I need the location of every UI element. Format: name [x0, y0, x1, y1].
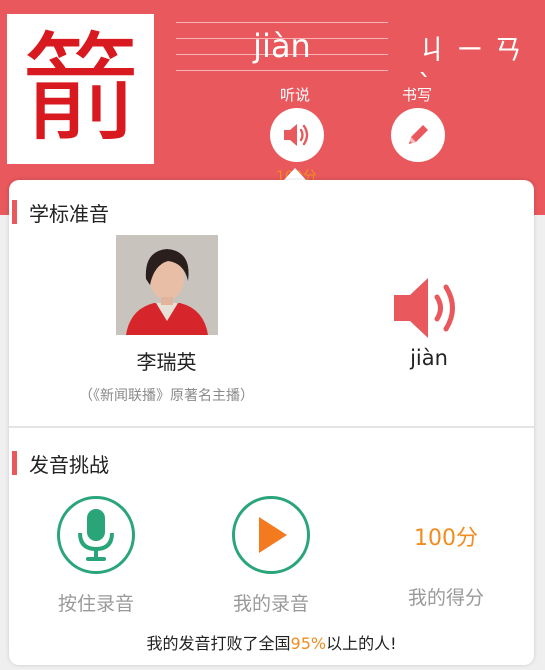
pinyin-text: jiàn	[253, 27, 311, 65]
speaker-photo	[116, 235, 218, 335]
my-score-value: 100分	[414, 526, 478, 551]
standard-section-title: 学标准音	[29, 201, 109, 226]
large-speaker-icon	[394, 278, 455, 338]
pronunciation-popup: 学标准音 李瑞英 （《新闻联播》原著名主播） jiàn 发音挑战 按住录音 我的…	[9, 180, 534, 665]
my-recording-label: 我的录音	[232, 593, 309, 615]
ranking-suffix: 以上的人!	[326, 634, 397, 653]
ranking-percent: 95%	[290, 634, 327, 653]
speaker-name: 李瑞英	[136, 350, 197, 374]
challenge-section-title: 发音挑战	[29, 452, 109, 477]
microphone-icon	[78, 509, 114, 561]
character-card: 箭	[7, 14, 154, 164]
speaker-description: （《新闻联播》原著名主播）	[79, 388, 254, 404]
staff-line	[176, 70, 388, 71]
ranking-message: 我的发音打败了全国95%以上的人!	[9, 630, 534, 654]
section-divider	[9, 426, 534, 428]
record-button[interactable]	[57, 496, 135, 574]
pencil-icon	[409, 125, 428, 144]
character: 箭	[21, 20, 140, 158]
play-icon	[259, 517, 287, 553]
challenge-section-header: 发音挑战	[9, 450, 109, 477]
listen-speak-button[interactable]	[270, 108, 324, 162]
writing-label: 书写	[402, 86, 433, 104]
staff-line	[176, 22, 388, 23]
section-accent-bar	[12, 451, 17, 475]
standard-pinyin: jiàn	[410, 346, 448, 370]
play-standard-audio-button[interactable]	[392, 270, 466, 350]
listen-speak-label: 听说	[280, 86, 311, 104]
my-score-label: 我的得分	[407, 587, 484, 609]
my-recording-button[interactable]	[232, 496, 310, 574]
writing-button[interactable]	[391, 108, 445, 162]
section-accent-bar	[12, 200, 17, 224]
avatar	[116, 235, 218, 335]
standard-section-header: 学标准音	[9, 199, 109, 226]
speaker-icon	[284, 124, 309, 146]
ranking-prefix: 我的发音打败了全国	[146, 634, 291, 653]
record-label: 按住录音	[57, 593, 134, 615]
zhuyin-text: ㄐㄧㄢˋ	[418, 33, 533, 101]
